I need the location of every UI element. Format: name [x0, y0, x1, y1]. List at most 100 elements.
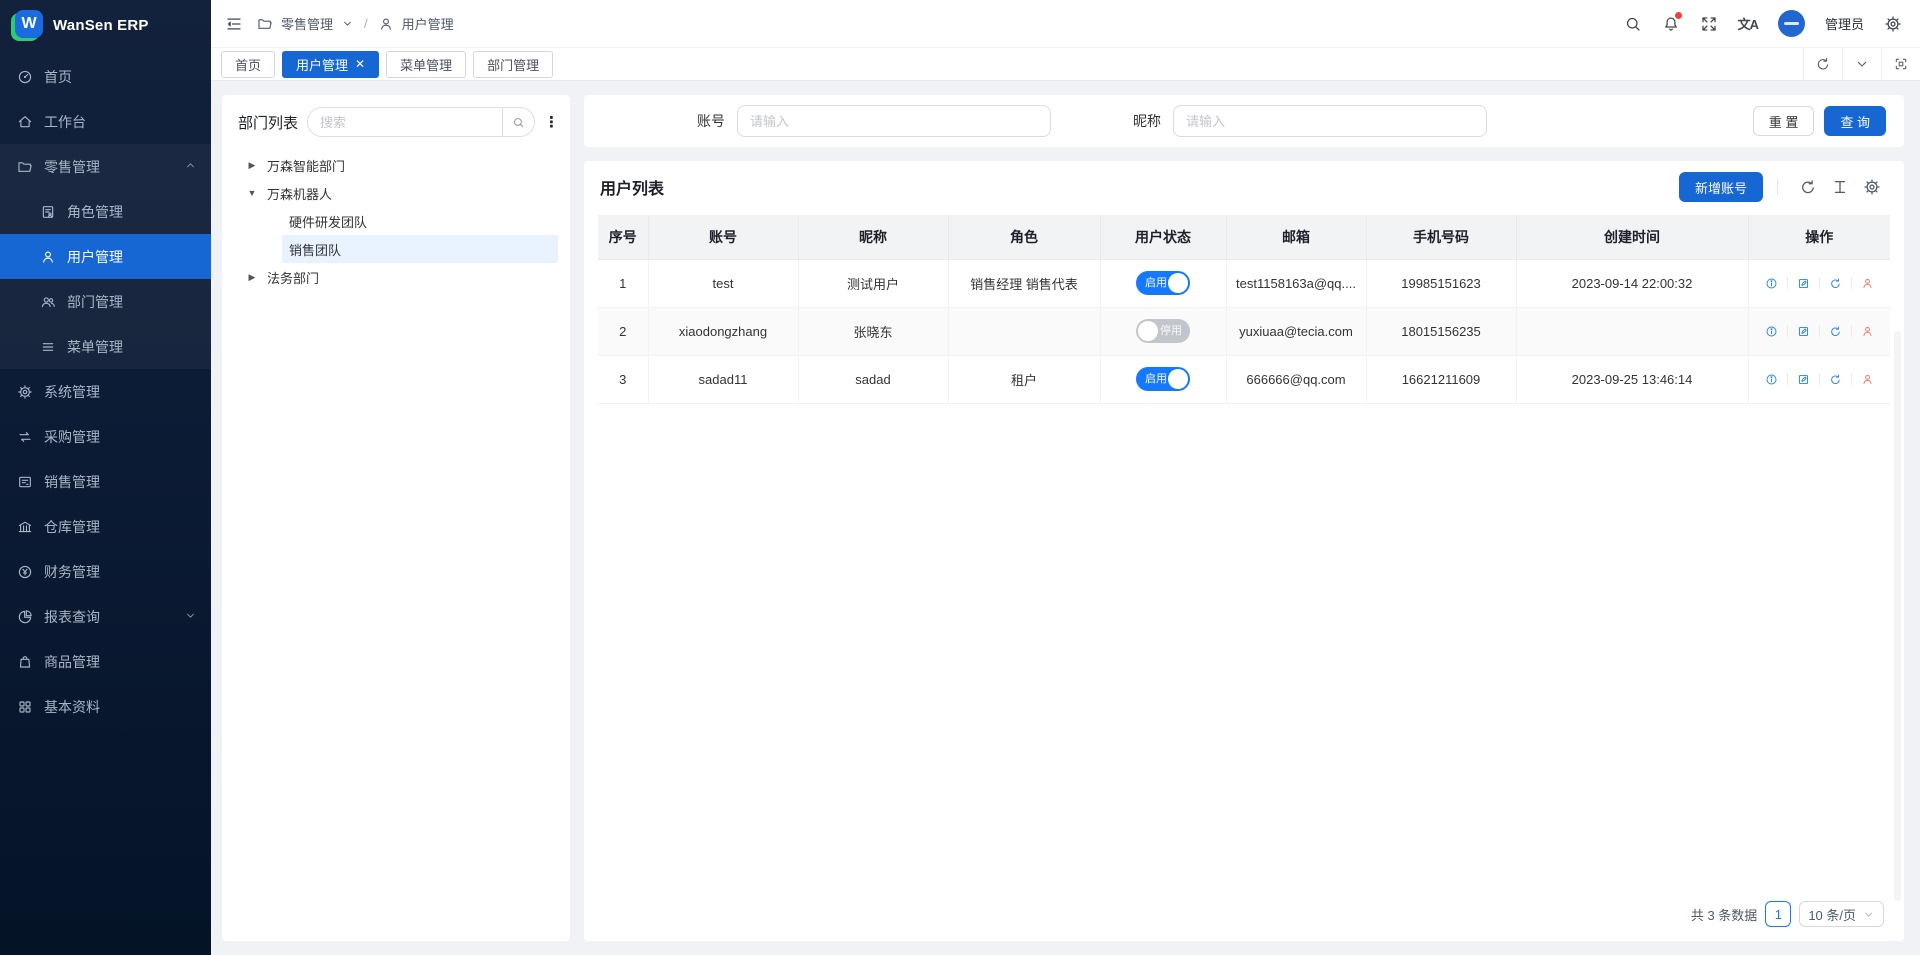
department-search-button[interactable]: [502, 108, 534, 136]
cell-actions: [1748, 355, 1890, 403]
column-settings-gear-icon[interactable]: [1863, 178, 1881, 196]
status-toggle[interactable]: 启用: [1136, 367, 1190, 391]
reset-password-icon[interactable]: [1829, 373, 1842, 386]
tree-node[interactable]: 硬件研发团队: [232, 207, 560, 235]
cell-phone: 16621211609: [1366, 355, 1516, 403]
delete-user-icon[interactable]: [1861, 373, 1874, 386]
department-tree: ▶万森智能部门▼万森机器人硬件研发团队销售团队▶法务部门: [232, 149, 560, 291]
language-switch-icon[interactable]: 文A: [1738, 14, 1758, 33]
sidebar-item[interactable]: 商品管理: [0, 639, 211, 684]
table-row: 1test测试用户销售经理 销售代表启用test1158163a@qq....1…: [598, 259, 1890, 307]
table-refresh-icon[interactable]: [1799, 178, 1817, 196]
tree-caret-icon[interactable]: ▶: [245, 160, 259, 171]
cell-index: 2: [598, 307, 648, 355]
status-toggle[interactable]: 停用: [1136, 319, 1190, 343]
sidebar-item[interactable]: 零售管理: [0, 144, 211, 189]
sidebar-item[interactable]: 角色管理: [0, 189, 211, 234]
department-panel-title: 部门列表: [238, 112, 298, 133]
right-column: 账号 昵称 重 置 查 询 用户列表: [584, 95, 1904, 941]
sidebar-item[interactable]: 首页: [0, 54, 211, 99]
sidebar-item[interactable]: 基本资料: [0, 684, 211, 729]
fullscreen-icon[interactable]: [1700, 15, 1718, 33]
cell-roles: 销售经理 销售代表: [948, 259, 1100, 307]
detail-info-icon[interactable]: [1765, 277, 1778, 290]
user-icon: [40, 249, 56, 265]
chevron-down-icon: [1862, 908, 1875, 921]
edit-icon[interactable]: [1797, 325, 1810, 338]
basic-icon: [17, 699, 33, 715]
tree-node[interactable]: ▶万森智能部门: [232, 151, 560, 179]
sidebar-item[interactable]: 采购管理: [0, 414, 211, 459]
sidebar-item[interactable]: 系统管理: [0, 369, 211, 414]
user-name[interactable]: 管理员: [1825, 14, 1864, 33]
cell-status: 启用: [1100, 259, 1226, 307]
sidebar-item[interactable]: 报表查询: [0, 594, 211, 639]
tab[interactable]: 菜单管理: [386, 51, 466, 78]
notification-bell-icon[interactable]: [1662, 15, 1680, 33]
reset-password-icon[interactable]: [1829, 325, 1842, 338]
filter-buttons: 重 置 查 询: [1753, 106, 1886, 136]
cell-status: 停用: [1100, 307, 1226, 355]
content-maximize-icon[interactable]: [1881, 48, 1920, 80]
cell-email: 666666@qq.com: [1226, 355, 1366, 403]
nickname-input[interactable]: [1173, 105, 1487, 137]
tab-menu-chevron-icon[interactable]: [1842, 48, 1881, 80]
edit-icon[interactable]: [1797, 277, 1810, 290]
page-size-select[interactable]: 10 条/页: [1799, 901, 1884, 927]
sidebar-item[interactable]: 菜单管理: [0, 324, 211, 369]
sidebar-group: 零售管理角色管理用户管理部门管理菜单管理: [0, 144, 211, 369]
menu-list-icon: [40, 339, 56, 355]
tree-node[interactable]: ▼万森机器人: [232, 179, 560, 207]
account-label: 账号: [697, 111, 725, 131]
account-field: 账号: [697, 105, 1051, 137]
reset-button[interactable]: 重 置: [1753, 106, 1815, 136]
account-input[interactable]: [737, 105, 1051, 137]
sidebar-item[interactable]: 部门管理: [0, 279, 211, 324]
tab[interactable]: 用户管理✕: [282, 51, 379, 78]
department-search-input[interactable]: [308, 108, 502, 136]
search-icon[interactable]: [1624, 15, 1642, 33]
tree-node[interactable]: 销售团队: [232, 235, 560, 263]
sidebar-item[interactable]: 用户管理: [0, 234, 211, 279]
cell-index: 3: [598, 355, 648, 403]
user-table-header-row: 序号账号昵称角色用户状态邮箱手机号码创建时间操作: [598, 215, 1890, 259]
sidebar-item[interactable]: 仓库管理: [0, 504, 211, 549]
tools-divider: [1777, 179, 1778, 195]
delete-user-icon[interactable]: [1861, 325, 1874, 338]
search-button[interactable]: 查 询: [1824, 106, 1886, 136]
settings-gear-icon[interactable]: [1884, 15, 1902, 33]
delete-user-icon[interactable]: [1861, 277, 1874, 290]
user-icon: [378, 16, 394, 32]
app-root: W WanSen ERP 首页工作台零售管理角色管理用户管理部门管理菜单管理系统…: [0, 0, 1920, 955]
goods-icon: [17, 654, 33, 670]
detail-info-icon[interactable]: [1765, 373, 1778, 386]
refresh-page-icon[interactable]: [1803, 48, 1842, 80]
breadcrumb-parent[interactable]: 零售管理: [281, 14, 333, 33]
add-account-button[interactable]: 新增账号: [1679, 172, 1763, 202]
tab[interactable]: 部门管理: [473, 51, 553, 78]
user-list-title: 用户列表: [600, 175, 664, 199]
tab-close-icon[interactable]: ✕: [355, 58, 365, 70]
chevron-down-icon[interactable]: [341, 17, 354, 30]
avatar[interactable]: [1778, 10, 1805, 37]
department-panel-header: 部门列表 ⋮: [232, 107, 560, 149]
sidebar-item[interactable]: 工作台: [0, 99, 211, 144]
cell-actions: [1748, 307, 1890, 355]
menu-fold-icon[interactable]: [225, 15, 243, 33]
sidebar-item[interactable]: 销售管理: [0, 459, 211, 504]
row-actions: [1749, 325, 1891, 338]
edit-icon[interactable]: [1797, 373, 1810, 386]
detail-info-icon[interactable]: [1765, 325, 1778, 338]
status-toggle[interactable]: 启用: [1136, 271, 1190, 295]
brand: W WanSen ERP: [0, 0, 211, 50]
tree-caret-icon[interactable]: ▶: [245, 272, 259, 283]
tab[interactable]: 首页: [221, 51, 275, 78]
sidebar-item[interactable]: 财务管理: [0, 549, 211, 594]
tree-caret-icon[interactable]: ▼: [245, 188, 259, 198]
department-more-icon[interactable]: ⋮: [544, 115, 558, 130]
reset-password-icon[interactable]: [1829, 277, 1842, 290]
page-number-button[interactable]: 1: [1765, 901, 1791, 927]
notification-badge: [1675, 12, 1682, 19]
row-height-icon[interactable]: [1831, 178, 1849, 196]
tree-node[interactable]: ▶法务部门: [232, 263, 560, 291]
